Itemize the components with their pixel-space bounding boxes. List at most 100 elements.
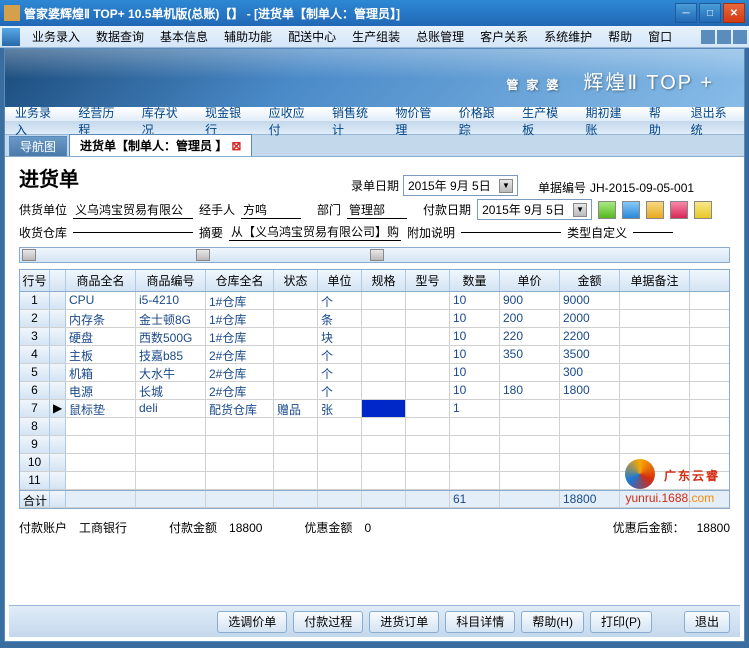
action-icon[interactable]: [622, 201, 640, 219]
tab-active[interactable]: 进货单【制单人：管理员 】⊠: [69, 134, 252, 156]
disc-amt-value[interactable]: 0: [364, 521, 371, 535]
disc-amt-label: 优惠金额: [304, 519, 352, 536]
menu-item[interactable]: 业务录入: [24, 26, 88, 47]
toolbar-button[interactable]: 业务录入: [5, 107, 68, 135]
table-row[interactable]: 5机箱大水牛2#仓库个10300: [20, 364, 729, 382]
toolbar-button[interactable]: 生产模板: [512, 107, 575, 135]
minimize-button[interactable]: ─: [675, 3, 697, 23]
menu-item[interactable]: 生产组装: [344, 26, 408, 47]
menu-item[interactable]: 数据查询: [88, 26, 152, 47]
menu-item[interactable]: 系统维护: [536, 26, 600, 47]
col-header[interactable]: 型号: [406, 270, 450, 291]
col-header[interactable]: 单价: [500, 270, 560, 291]
dept-value[interactable]: 管理部: [347, 201, 407, 219]
entry-date-field[interactable]: 2015年 9月 5日▼: [403, 175, 518, 196]
dropdown-icon[interactable]: ▼: [573, 203, 587, 217]
mdi-min-icon[interactable]: [701, 30, 715, 44]
col-header[interactable]: 仓库全名: [206, 270, 274, 291]
table-row[interactable]: 6电源长城2#仓库个101801800: [20, 382, 729, 400]
table-row[interactable]: 7▶鼠标垫deli配货仓库赠品张1: [20, 400, 729, 418]
table-row[interactable]: 3硬盘西数500G1#仓库块102202200: [20, 328, 729, 346]
after-disc-label: 优惠后金额：: [613, 519, 685, 536]
scroll-thumb[interactable]: [196, 249, 210, 261]
payment-process-button[interactable]: 付款过程: [293, 611, 363, 633]
table-row[interactable]: 9: [20, 436, 729, 454]
data-grid[interactable]: 行号 商品全名 商品编号 仓库全名 状态 单位 规格 型号 数量 单价 金额 单…: [19, 269, 730, 509]
col-header[interactable]: 单据备注: [620, 270, 690, 291]
table-row[interactable]: 4主板技嘉b852#仓库个103503500: [20, 346, 729, 364]
mdi-restore-icon[interactable]: [717, 30, 731, 44]
help-button[interactable]: 帮助(H): [521, 611, 584, 633]
maximize-button[interactable]: □: [699, 3, 721, 23]
dept-label: 部门: [317, 201, 341, 218]
menu-item[interactable]: 窗口: [640, 26, 680, 47]
pay-amt-label: 付款金额: [169, 519, 217, 536]
pay-date-field[interactable]: 2015年 9月 5日▼: [477, 199, 592, 220]
col-header[interactable]: 数量: [450, 270, 500, 291]
pay-date-label: 付款日期: [423, 201, 471, 218]
toolbar-button[interactable]: 退出系统: [681, 107, 744, 135]
recv-wh-value[interactable]: [73, 232, 193, 233]
toolbar-button[interactable]: 库存状况: [132, 107, 195, 135]
select-price-button[interactable]: 选调价单: [217, 611, 287, 633]
supplier-label: 供货单位: [19, 201, 67, 218]
col-header[interactable]: 规格: [362, 270, 406, 291]
toolbar-button[interactable]: 经营历程: [68, 107, 131, 135]
tab-close-icon[interactable]: ⊠: [231, 139, 241, 153]
dropdown-icon[interactable]: ▼: [499, 179, 513, 193]
menu-item[interactable]: 总账管理: [408, 26, 472, 47]
purchase-order-button[interactable]: 进货订单: [369, 611, 439, 633]
menu-item[interactable]: 客户关系: [472, 26, 536, 47]
menu-item[interactable]: 配送中心: [280, 26, 344, 47]
toolbar-button[interactable]: 价格跟踪: [449, 107, 512, 135]
scroll-left-icon[interactable]: [22, 249, 36, 261]
document-title: 进货单: [19, 163, 79, 192]
toolbar-button[interactable]: 应收应付: [259, 107, 322, 135]
scroll-right-icon[interactable]: [370, 249, 384, 261]
table-row[interactable]: 2内存条金士顿8G1#仓库条102002000: [20, 310, 729, 328]
action-icon[interactable]: [598, 201, 616, 219]
summary-value[interactable]: 从【义乌鸿宝贸易有限公司】购: [229, 223, 401, 241]
toolbar-button[interactable]: 帮助: [639, 107, 681, 135]
total-label: 合计: [20, 491, 50, 507]
col-header[interactable]: 行号: [20, 270, 50, 291]
doc-no-value[interactable]: JH-2015-09-05-001: [590, 181, 730, 195]
extra-value[interactable]: [461, 232, 561, 233]
toolbar-button[interactable]: 物价管理: [385, 107, 448, 135]
subject-detail-button[interactable]: 科目详情: [445, 611, 515, 633]
button-bar: 选调价单 付款过程 进货订单 科目详情 帮助(H) 打印(P) 退出: [9, 605, 740, 637]
action-icon[interactable]: [646, 201, 664, 219]
toolbar-button[interactable]: 现金银行: [195, 107, 258, 135]
pay-acct-label: 付款账户: [19, 519, 67, 536]
table-row[interactable]: 10: [20, 454, 729, 472]
pay-acct-value[interactable]: 工商银行: [79, 519, 127, 536]
handler-value[interactable]: 方鸣: [241, 201, 301, 219]
action-icon[interactable]: [694, 201, 712, 219]
table-row[interactable]: 11: [20, 472, 729, 490]
col-header[interactable]: 商品全名: [66, 270, 136, 291]
tab-nav[interactable]: 导航图: [9, 136, 67, 156]
toolbar-button[interactable]: 销售统计: [322, 107, 385, 135]
action-icon[interactable]: [670, 201, 688, 219]
menu-item[interactable]: 辅助功能: [216, 26, 280, 47]
pay-amt-value[interactable]: 18800: [229, 521, 262, 535]
supplier-value[interactable]: 义乌鸿宝贸易有限公: [73, 201, 193, 219]
extra-label: 附加说明: [407, 224, 455, 241]
print-button[interactable]: 打印(P): [590, 611, 652, 633]
table-row[interactable]: 1CPUi5-42101#仓库个109009000: [20, 292, 729, 310]
type-value[interactable]: [633, 232, 673, 233]
mdi-close-icon[interactable]: [733, 30, 747, 44]
col-header[interactable]: 金额: [560, 270, 620, 291]
col-header[interactable]: 状态: [274, 270, 318, 291]
toolbar: 业务录入 经营历程 库存状况 现金银行 应收应付 销售统计 物价管理 价格跟踪 …: [5, 107, 744, 135]
table-row[interactable]: 8: [20, 418, 729, 436]
close-button[interactable]: ✕: [723, 3, 745, 23]
menu-item[interactable]: 帮助: [600, 26, 640, 47]
exit-button[interactable]: 退出: [684, 611, 730, 633]
title-bar: 管家婆辉煌Ⅱ TOP+ 10.5单机版(总账)【】 - [进货单【制单人：管理员…: [0, 0, 749, 26]
menu-item[interactable]: 基本信息: [152, 26, 216, 47]
col-header[interactable]: 商品编号: [136, 270, 206, 291]
toolbar-button[interactable]: 期初建账: [576, 107, 639, 135]
summary-label: 摘要: [199, 224, 223, 241]
col-header[interactable]: 单位: [318, 270, 362, 291]
